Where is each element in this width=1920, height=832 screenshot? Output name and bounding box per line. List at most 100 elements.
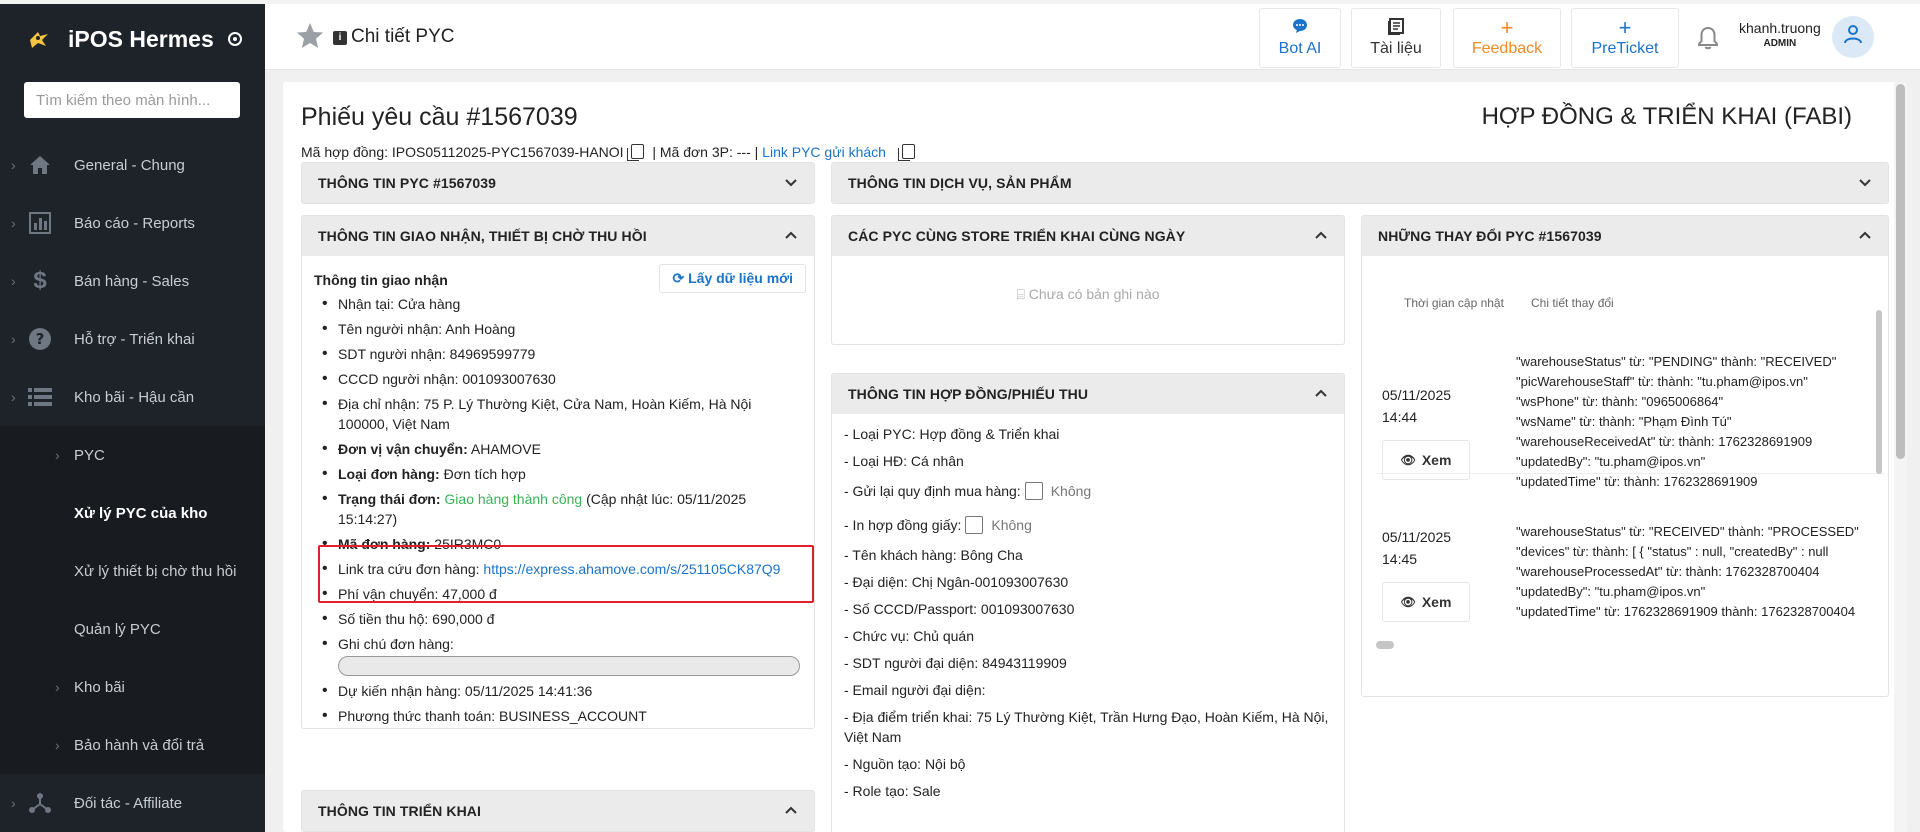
chart-icon — [28, 211, 52, 235]
table-row: 05/11/2025 14:45 👁 Xem "warehouseStatus" t… — [1376, 524, 1884, 660]
chevron-up-icon[interactable] — [1858, 228, 1872, 242]
list-item: Địa chỉ nhận: 75 P. Lý Thường Kiệt, Cửa … — [322, 394, 758, 434]
card-header[interactable]: CÁC PYC CÙNG STORE TRIỂN KHAI CÙNG NGÀY — [832, 216, 1344, 256]
bot-ai-button[interactable]: Bot AI — [1259, 8, 1341, 68]
field-value: 25IR3MC0 — [434, 536, 502, 552]
view-label: Xem — [1421, 452, 1452, 468]
docs-button[interactable]: Tài liệu — [1351, 8, 1441, 68]
sidebar-subitem-warranty[interactable]: › Bảo hành và đổi trả — [0, 716, 265, 774]
sidebar-item-general[interactable]: › General - Chung — [0, 136, 265, 194]
vertical-scrollbar[interactable] — [1876, 310, 1882, 474]
chevron-down-icon[interactable] — [784, 175, 798, 189]
sidebar-subitem-warehouse-pyc[interactable]: Xử lý PYC của kho — [0, 484, 265, 542]
resend-checkbox[interactable] — [1024, 482, 1043, 500]
refresh-icon: ⟳ — [672, 270, 685, 286]
change-line: "wsName" từ: thành: "Phạm Đình Tú" — [1516, 414, 1732, 429]
copy-icon[interactable] — [897, 144, 915, 161]
print-contract-checkbox[interactable] — [965, 516, 984, 534]
chevron-down-icon[interactable] — [1858, 175, 1872, 189]
eye-icon: 👁 — [1400, 453, 1416, 467]
chevron-up-icon[interactable] — [1314, 386, 1328, 400]
change-line: "updatedBy": "tu.pham@ipos.vn" — [1516, 454, 1706, 469]
order-status: Giao hàng thành công — [444, 491, 583, 507]
chevron-right-icon: › — [11, 331, 16, 347]
order-note-field[interactable] — [338, 656, 800, 676]
star-icon[interactable] — [295, 21, 325, 51]
help-icon: ? — [28, 327, 52, 351]
checkbox-label: Không — [991, 517, 1032, 533]
sidebar-item-label: Bán hàng - Sales — [74, 272, 190, 290]
user-info[interactable]: khanh.truong ADMIN — [1739, 20, 1821, 49]
user-role: ADMIN — [1763, 38, 1797, 49]
ticket-category: HỢP ĐỒNG & TRIỂN KHAI (FABI) — [1481, 103, 1852, 130]
avatar[interactable] — [1832, 16, 1874, 58]
tracking-link[interactable]: https://express.ahamove.com/s/251105CK87… — [483, 561, 780, 577]
view-button[interactable]: 👁 Xem — [1382, 582, 1470, 622]
change-detail: "warehouseStatus" từ: "PENDING" thành: "… — [1516, 352, 1886, 492]
ticket-meta: Mã hợp đồng: IPOS05112025-PYC1567039-HAN… — [301, 144, 919, 161]
contract-field: - Số CCCD/Passport: 001093007630 — [844, 601, 1075, 617]
sidebar-item-affiliate[interactable]: › Đối tác - Affiliate — [0, 774, 265, 832]
contract-field: - In hợp đồng giấy: Không — [844, 515, 1332, 535]
copy-icon[interactable] — [627, 144, 645, 161]
book-icon — [1387, 18, 1405, 38]
chevron-up-icon[interactable] — [1314, 228, 1328, 242]
home-icon — [28, 153, 52, 177]
page-scrollbar-thumb[interactable] — [1896, 84, 1905, 459]
page-scrollbar-track[interactable] — [1894, 82, 1907, 832]
change-line: "warehouseStatus" từ: "PENDING" thành: "… — [1516, 354, 1837, 369]
list-item: Tên người nhận: Anh Hoàng — [322, 319, 802, 339]
chevron-right-icon: › — [55, 737, 60, 753]
contract-field: - Nguồn tạo: Nội bộ — [844, 756, 966, 772]
change-line: "updatedTime" từ: thành: 1762328691909 — [1516, 474, 1758, 489]
card-delivery: THÔNG TIN GIAO NHẬN, THIẾT BỊ CHỜ THU HỒ… — [301, 215, 815, 729]
table-row: 05/11/2025 14:44 👁 Xem "warehouseStatus" t… — [1376, 340, 1884, 489]
card-header[interactable]: THÔNG TIN HỢP ĐỒNG/PHIẾU THU — [832, 374, 1344, 414]
change-date: 05/11/2025 — [1382, 387, 1452, 403]
sidebar-item-sales[interactable]: › $ Bán hàng - Sales — [0, 252, 265, 310]
card-header[interactable]: THÔNG TIN DỊCH VỤ, SẢN PHẨM — [832, 163, 1888, 203]
horizontal-scrollbar[interactable] — [1376, 641, 1394, 649]
chevron-up-icon[interactable] — [784, 228, 798, 242]
card-changes: NHỮNG THAY ĐỔI PYC #1567039 Thời gian cậ… — [1361, 215, 1889, 697]
card-title: THÔNG TIN PYC #1567039 — [318, 175, 497, 191]
radio-dot-icon[interactable] — [227, 32, 242, 46]
field-label: Mã đơn hàng: — [338, 536, 431, 552]
list-item: Mã đơn hàng: 25IR3MC0 — [322, 534, 802, 554]
eye-icon: 👁 — [1400, 595, 1416, 609]
change-line: "picWarehouseStaff" từ: thành: "tu.pham@… — [1516, 374, 1808, 389]
sidebar-subitem-recall-devices[interactable]: Xử lý thiết bị chờ thu hồi — [0, 542, 265, 600]
checkbox-label: Không — [1050, 483, 1092, 499]
preticket-button[interactable]: + PreTicket — [1571, 8, 1679, 68]
card-pyc-info: THÔNG TIN PYC #1567039 — [301, 162, 815, 204]
plus-icon: + — [1618, 15, 1632, 40]
sidebar-item-support[interactable]: › ? Hỗ trợ - Triển khai — [0, 310, 265, 368]
sidebar-item-label: General - Chung — [74, 156, 185, 174]
sidebar-search-input[interactable] — [24, 82, 240, 118]
customer-link[interactable]: Link PYC gửi khách — [762, 144, 886, 160]
view-button[interactable]: 👁 Xem — [1382, 440, 1470, 480]
column-header-detail: Chi tiết thay đổi — [1531, 296, 1614, 310]
field-label: Trạng thái đơn: — [338, 491, 441, 507]
card-header[interactable]: NHỮNG THAY ĐỔI PYC #1567039 — [1362, 216, 1888, 256]
refresh-button[interactable]: ⟳ Lấy dữ liệu mới — [659, 264, 806, 293]
bell-icon[interactable] — [1697, 26, 1719, 56]
sidebar-subitem-storage[interactable]: › Kho bãi — [0, 658, 265, 716]
sidebar-subitem-pyc[interactable]: › PYC — [0, 426, 265, 484]
change-clock: 14:45 — [1382, 551, 1418, 567]
sidebar-item-warehouse[interactable]: › Kho bãi - Hậu cần — [0, 368, 265, 426]
card-header[interactable]: THÔNG TIN GIAO NHẬN, THIẾT BỊ CHỜ THU HỒ… — [302, 216, 814, 256]
feedback-button[interactable]: + Feedback — [1453, 8, 1561, 68]
sidebar-item-reports[interactable]: › Báo cáo - Reports — [0, 194, 265, 252]
sidebar-item-label: Báo cáo - Reports — [74, 214, 195, 232]
card-header[interactable]: THÔNG TIN TRIỂN KHAI — [302, 791, 814, 831]
card-header[interactable]: THÔNG TIN PYC #1567039 — [302, 163, 814, 203]
sidebar-subitem-manage-pyc[interactable]: Quản lý PYC — [0, 600, 265, 658]
chevron-up-icon[interactable] — [784, 803, 798, 817]
sidebar-subitem-label: Xử lý PYC của kho — [74, 504, 208, 522]
contract-field: - Địa điểm triển khai: 75 Lý Thường Kiệt… — [844, 709, 1329, 745]
contract-field: - Role tạo: Sale — [844, 783, 941, 799]
empty-box-icon: ⌸ — [1016, 286, 1025, 302]
preticket-label: PreTicket — [1591, 40, 1659, 57]
contract-field: - Loại PYC: Hợp đồng & Triển khai — [844, 426, 1060, 442]
